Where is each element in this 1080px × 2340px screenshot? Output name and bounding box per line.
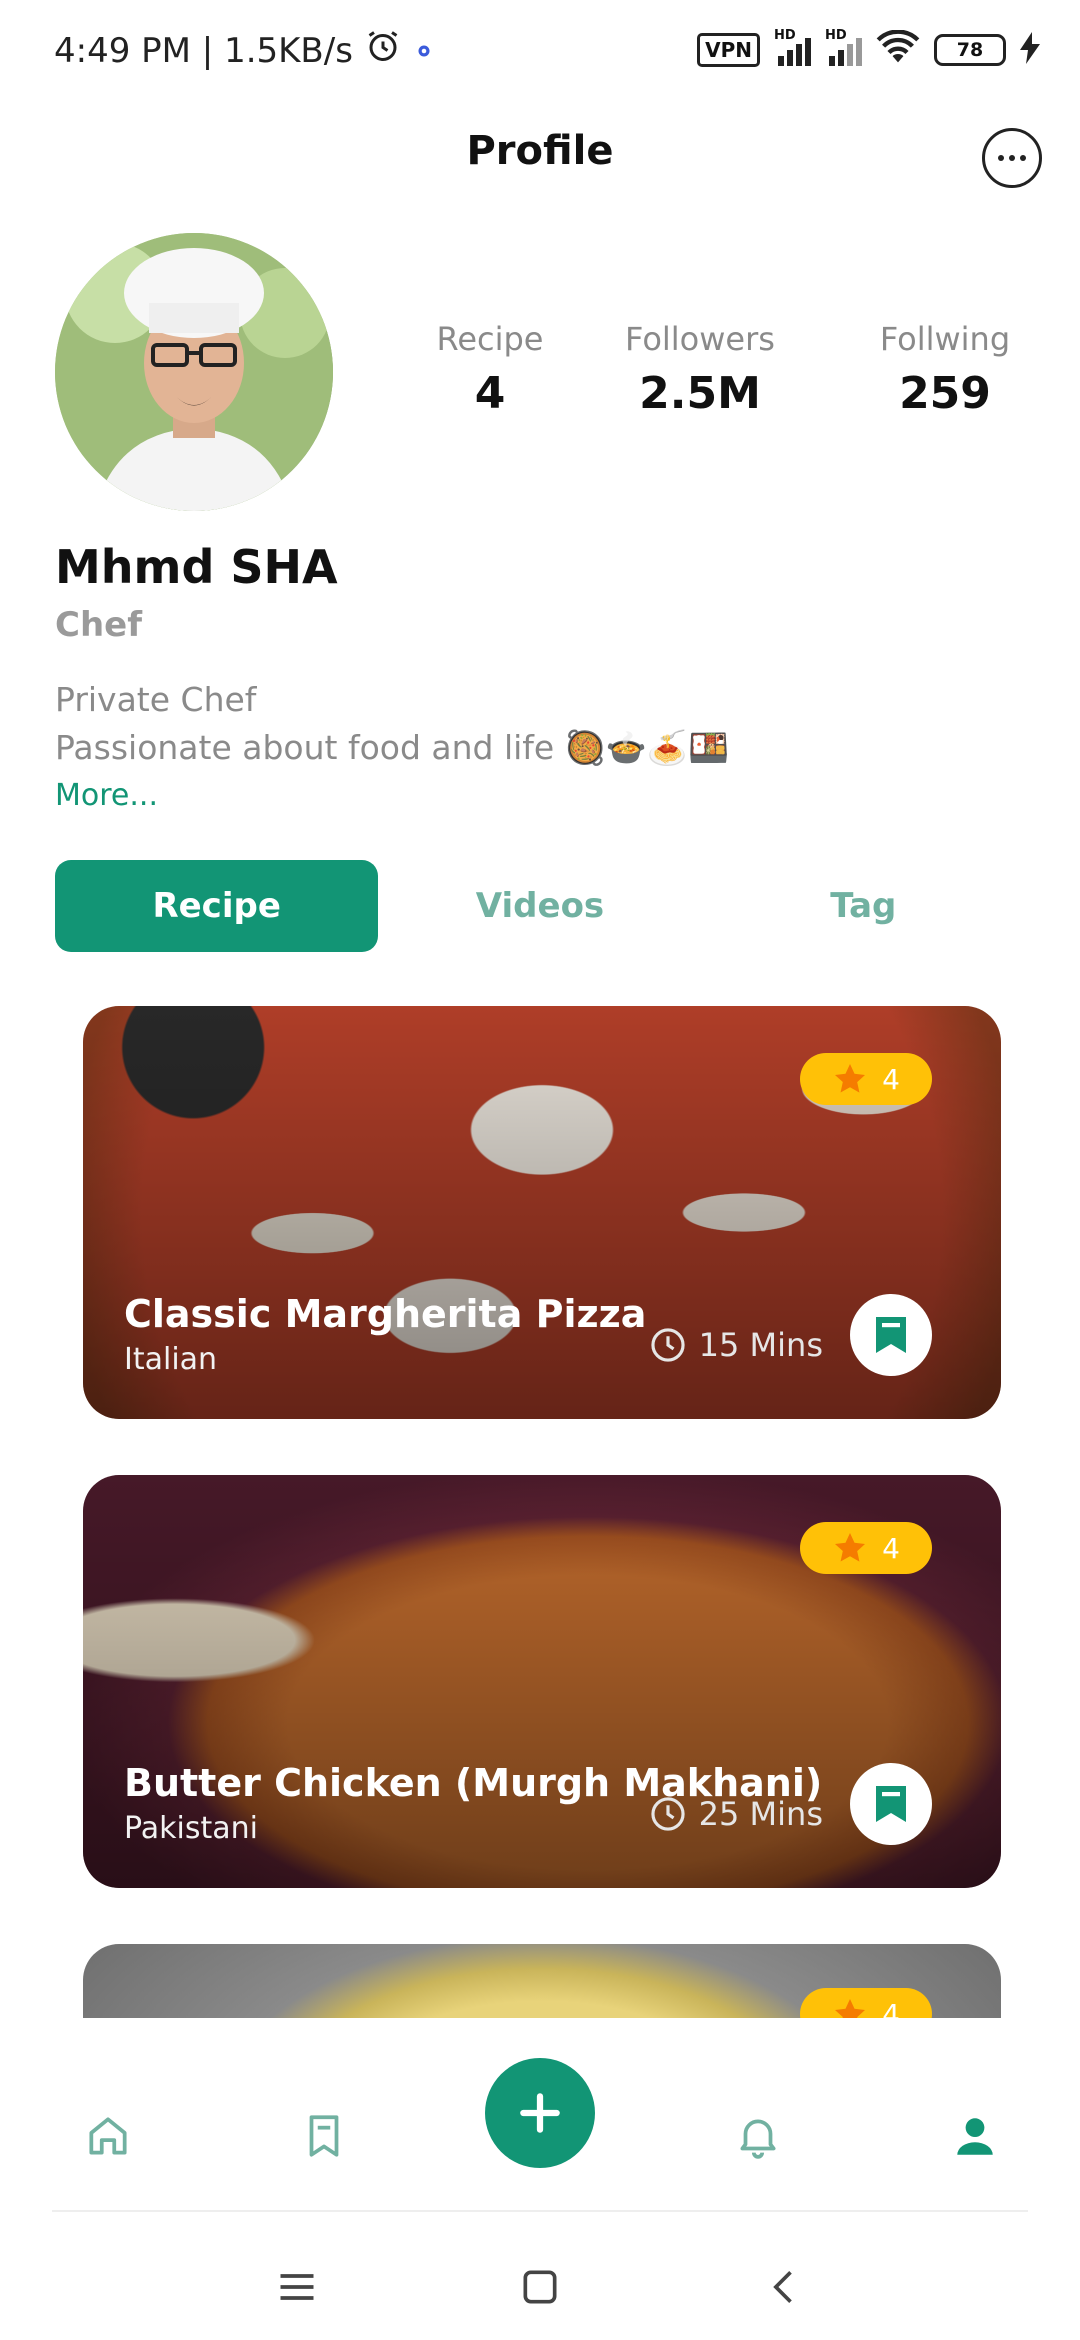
dot [1009, 155, 1015, 161]
recipe-time: 15 Mins [649, 1326, 823, 1364]
alarm-icon [365, 28, 401, 73]
profile-bio-line2: Passionate about food and life 🥘🍲🍝🍱 [55, 728, 730, 767]
stat-following[interactable]: Follwing 259 [830, 320, 1060, 419]
stat-value: 2.5M [639, 368, 761, 419]
star-icon [835, 1064, 866, 1093]
bookmark-button[interactable] [850, 1763, 932, 1845]
recipe-cuisine: Italian [124, 1342, 218, 1377]
avatar[interactable] [55, 233, 333, 511]
stat-label: Follwing [879, 320, 1011, 358]
clock-icon [651, 1328, 685, 1362]
rating-value: 4 [882, 1062, 900, 1096]
menu-icon [280, 2274, 314, 2300]
rating-value: 4 [882, 1997, 900, 2019]
nav-profile[interactable] [947, 2108, 1003, 2164]
stat-value: 4 [474, 368, 506, 419]
stat-recipe[interactable]: Recipe 4 [410, 320, 570, 419]
tab-tag[interactable]: Tag [702, 860, 1025, 952]
stat-label: Followers [625, 320, 775, 358]
stat-followers[interactable]: Followers 2.5M [570, 320, 830, 419]
profile-icon [957, 2118, 993, 2155]
recipe-card[interactable]: 4 Butter Chicken (Murgh Makhani) Pakista… [83, 1475, 1001, 1888]
vpn-badge: VPN [697, 33, 760, 67]
nav-notifications[interactable] [730, 2108, 786, 2164]
home-button[interactable] [515, 2262, 565, 2312]
charging-icon [1020, 32, 1040, 68]
bookmark-icon [876, 1317, 906, 1353]
signal-icon-2: HD [825, 28, 862, 66]
recipe-card[interactable]: 4 Classic Margherita Pizza Italian 15 Mi… [83, 1006, 1001, 1419]
recipe-time: 25 Mins [649, 1795, 823, 1833]
status-right: VPN HD HD 78 [697, 28, 1040, 70]
status-left: 4:49 PM | 1.5KB/s [54, 28, 435, 73]
bottom-navigation [0, 2018, 1080, 2218]
page-title: Profile [466, 128, 614, 174]
status-time-speed: 4:49 PM | 1.5KB/s [54, 30, 353, 71]
system-navigation [0, 2240, 1080, 2340]
signal-icon: HD [774, 28, 811, 66]
bio-more-link[interactable]: More... [55, 778, 158, 813]
menu-button[interactable] [272, 2262, 322, 2312]
add-recipe-button[interactable] [485, 2058, 595, 2168]
bookmark-icon [309, 2115, 339, 2157]
wifi-icon [876, 29, 920, 70]
rating-badge: 4 [800, 1988, 932, 2018]
profile-role: Chef [55, 605, 143, 645]
recipe-cuisine: Pakistani [124, 1811, 258, 1846]
bookmark-button[interactable] [850, 1294, 932, 1376]
recipe-card[interactable]: 4 [83, 1944, 1001, 2018]
settings-status-icon [413, 31, 435, 71]
recipe-title: Classic Margherita Pizza [124, 1292, 647, 1336]
square-icon [523, 2270, 557, 2304]
tab-recipe[interactable]: Recipe [55, 860, 379, 952]
stat-value: 259 [899, 368, 991, 419]
star-icon [835, 1999, 866, 2018]
back-button[interactable] [760, 2262, 810, 2312]
bookmark-icon [876, 1786, 906, 1822]
more-options-button[interactable] [982, 128, 1042, 188]
profile-tabs: Recipe Videos Tag [55, 860, 1025, 952]
bell-icon [740, 2119, 776, 2159]
battery-icon: 78 [934, 34, 1006, 66]
nav-home[interactable] [80, 2108, 136, 2164]
tab-videos[interactable]: Videos [378, 860, 701, 952]
divider [52, 2210, 1028, 2212]
profile-bio-line1: Private Chef [55, 680, 257, 719]
profile-name: Mhmd SHA [55, 540, 338, 594]
dot [998, 155, 1004, 161]
rating-badge: 4 [800, 1053, 932, 1105]
clock-icon [651, 1797, 685, 1831]
rating-badge: 4 [800, 1522, 932, 1574]
nav-saved[interactable] [296, 2108, 352, 2164]
status-bar: 4:49 PM | 1.5KB/s VPN HD HD 78 [0, 0, 1080, 100]
rating-value: 4 [882, 1531, 900, 1565]
back-icon [773, 2271, 792, 2303]
stat-label: Recipe [436, 320, 544, 358]
home-icon [89, 2117, 127, 2155]
profile-stats: Recipe 4 Followers 2.5M Follwing 259 [410, 320, 1060, 419]
dot [1020, 155, 1026, 161]
add-icon [520, 2093, 560, 2133]
star-icon [835, 1533, 866, 1562]
